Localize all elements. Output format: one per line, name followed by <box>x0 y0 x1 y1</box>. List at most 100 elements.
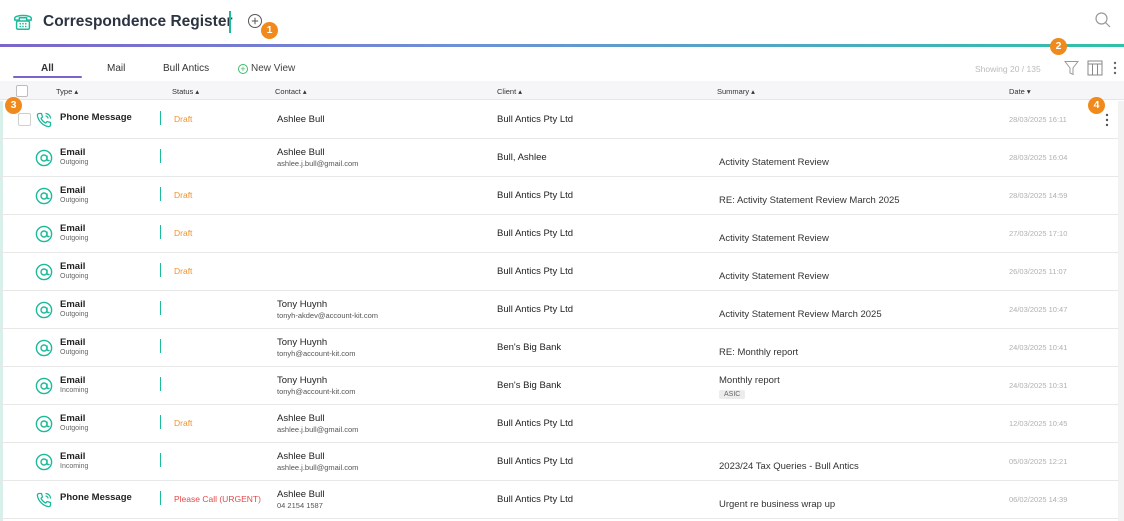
status-divider <box>160 415 161 429</box>
row-type: Phone Message <box>60 492 132 503</box>
columns-icon[interactable] <box>1087 60 1103 76</box>
phone-icon <box>35 491 53 509</box>
row-checkbox[interactable] <box>18 113 31 126</box>
row-contact: Ashlee Bull <box>277 413 325 424</box>
table-row[interactable]: Email Outgoing Draft Ashlee Bull ashlee.j.bu… <box>0 405 1118 443</box>
row-status: Draft <box>174 114 193 124</box>
row-more-icon[interactable] <box>1104 112 1110 128</box>
row-summary: RE: Activity Statement Review March 2025 <box>719 195 900 206</box>
table-row[interactable]: Email Incoming Tony Huynh tonyh@account-kit… <box>0 367 1118 405</box>
row-client: Bull Antics Pty Ltd <box>497 494 574 505</box>
email-icon <box>35 149 53 167</box>
row-contact: Tony Huynh <box>277 375 328 386</box>
column-header-client[interactable]: Client ▴ <box>497 87 522 96</box>
row-contact: Ashlee Bull <box>277 147 325 158</box>
row-type: Email <box>60 413 86 424</box>
row-direction: Outgoing <box>60 425 89 432</box>
row-type: Email <box>60 223 86 234</box>
email-icon <box>35 453 53 471</box>
row-type: Email <box>60 451 86 462</box>
row-client: Bull Antics Pty Ltd <box>497 418 574 429</box>
column-header-date[interactable]: Date ▾ <box>1009 87 1031 96</box>
row-date: 24/03/2025 10:41 <box>1009 343 1068 352</box>
table-row[interactable]: Email Outgoing Ashlee Bull ashlee.j.bull@gm… <box>0 139 1118 177</box>
row-client: Ben's Big Bank <box>497 342 562 353</box>
phone-icon <box>35 111 53 129</box>
row-client: Bull, Ashlee <box>497 152 547 163</box>
row-type: Phone Message <box>60 112 132 123</box>
row-direction: Outgoing <box>60 273 89 280</box>
callout-badge-3: 3 <box>5 97 22 114</box>
telephone-icon <box>14 14 32 30</box>
status-divider <box>160 453 161 467</box>
row-status: Draft <box>174 266 193 276</box>
showing-count: Showing 20 / 135 <box>975 64 1041 74</box>
row-direction: Outgoing <box>60 197 89 204</box>
filter-icon[interactable] <box>1064 60 1079 76</box>
row-type: Email <box>60 185 86 196</box>
row-client: Bull Antics Pty Ltd <box>497 304 574 315</box>
row-summary: RE: Monthly report <box>719 347 799 358</box>
table-row[interactable]: Email Outgoing Tony Huynh tonyh@account-kit… <box>0 329 1118 367</box>
select-all-checkbox[interactable] <box>16 85 28 97</box>
row-summary: Activity Statement Review <box>719 157 829 168</box>
email-icon <box>35 225 53 243</box>
row-client: Bull Antics Pty Ltd <box>497 456 574 467</box>
search-icon[interactable] <box>1094 11 1112 29</box>
row-direction: Outgoing <box>60 235 89 242</box>
row-client: Bull Antics Pty Ltd <box>497 114 574 125</box>
column-header-type[interactable]: Type ▴ <box>56 87 78 96</box>
table-row[interactable]: Email Outgoing Draft Bull Antics Pty Ltd RE:… <box>0 177 1118 215</box>
title-divider <box>229 11 231 33</box>
row-date: 24/03/2025 10:47 <box>1009 305 1068 314</box>
row-status: Draft <box>174 190 193 200</box>
column-header-status[interactable]: Status ▴ <box>172 87 199 96</box>
status-divider <box>160 111 161 125</box>
app-header: Correspondence Register 1 <box>0 0 1124 44</box>
row-direction: Incoming <box>60 387 89 394</box>
new-view-label: New View <box>251 63 296 74</box>
row-date: 05/03/2025 12:21 <box>1009 457 1068 466</box>
row-date: 28/03/2025 16:11 <box>1009 115 1067 124</box>
row-contact-detail: tonyh@account-kit.com <box>277 387 356 396</box>
row-status: Draft <box>174 418 193 428</box>
row-status: Please Call (URGENT) <box>174 494 261 504</box>
tab-bull-antics[interactable]: Bull Antics <box>163 63 209 74</box>
table-row[interactable]: Email Incoming Ashlee Bull ashlee.j.bull@gm… <box>0 443 1118 481</box>
row-contact: Tony Huynh <box>277 299 328 310</box>
table-row[interactable]: Email Outgoing Draft Bull Antics Pty Ltd Act… <box>0 253 1118 291</box>
plus-icon: + <box>238 64 248 74</box>
row-summary: Activity Statement Review <box>719 233 829 244</box>
new-view-button[interactable]: + New View <box>238 63 295 74</box>
row-direction: Outgoing <box>60 349 89 356</box>
row-status: Draft <box>174 228 193 238</box>
row-client: Bull Antics Pty Ltd <box>497 266 574 277</box>
callout-badge-4: 4 <box>1088 97 1105 114</box>
row-summary: Monthly report <box>719 375 780 386</box>
row-contact-detail: tonyh@account-kit.com <box>277 349 356 358</box>
row-summary: Activity Statement Review March 2025 <box>719 309 882 320</box>
table-row[interactable]: Phone Message Please Call (URGENT) Ashlee … <box>0 481 1118 519</box>
tab-all[interactable]: All <box>41 63 54 74</box>
email-icon <box>35 377 53 395</box>
email-icon <box>35 339 53 357</box>
row-client: Bull Antics Pty Ltd <box>497 228 574 239</box>
row-summary: 2023/24 Tax Queries - Bull Antics <box>719 461 859 472</box>
tab-mail[interactable]: Mail <box>107 63 125 74</box>
row-direction: Incoming <box>60 463 89 470</box>
table-header: Type ▴ Status ▴ Contact ▴ Client ▴ Summa… <box>0 81 1124 100</box>
table-scrollbar[interactable] <box>1118 101 1124 521</box>
row-direction: Outgoing <box>60 311 89 318</box>
column-header-contact[interactable]: Contact ▴ <box>275 87 307 96</box>
table-row[interactable]: Email Outgoing Draft Bull Antics Pty Ltd Act… <box>0 215 1118 253</box>
row-date: 26/03/2025 11:07 <box>1009 267 1067 276</box>
more-vertical-icon[interactable] <box>1112 60 1118 76</box>
app-title: Correspondence Register <box>43 13 233 30</box>
table-row[interactable]: Phone Message Draft Ashlee Bull Bull Antics… <box>0 101 1118 139</box>
column-header-summary[interactable]: Summary ▴ <box>717 87 755 96</box>
status-divider <box>160 225 161 239</box>
row-date: 28/03/2025 16:04 <box>1009 153 1068 162</box>
email-icon <box>35 263 53 281</box>
row-contact: Ashlee Bull <box>277 489 325 500</box>
table-row[interactable]: Email Outgoing Tony Huynh tonyh-akdev@accou… <box>0 291 1118 329</box>
